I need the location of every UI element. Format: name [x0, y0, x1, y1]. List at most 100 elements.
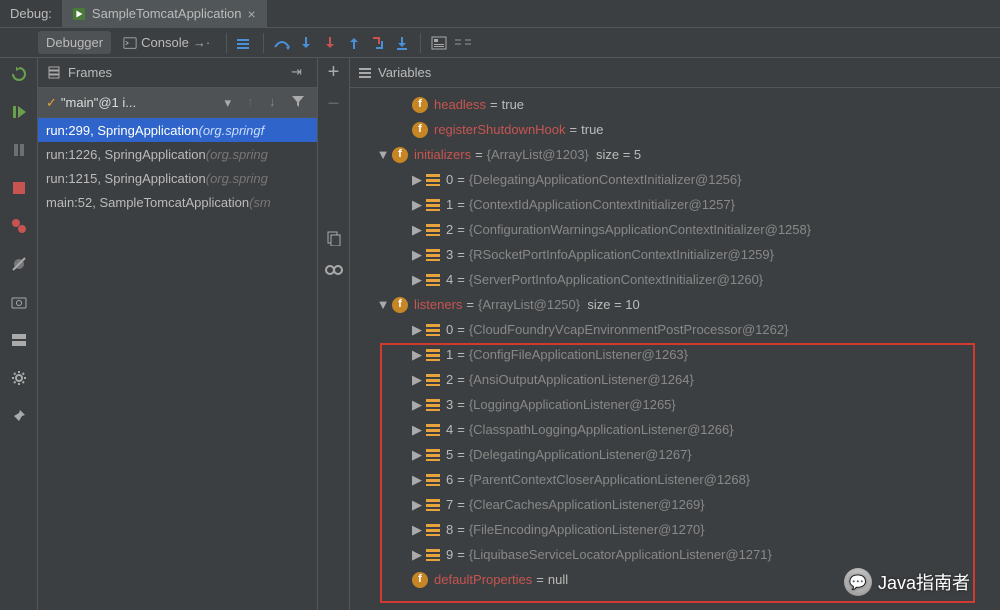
expand-icon[interactable]: ▶: [410, 473, 424, 487]
tab-title: SampleTomcatApplication: [92, 6, 242, 21]
frames-header: Frames ⇥: [38, 58, 317, 88]
view-breakpoints-icon[interactable]: [9, 216, 29, 236]
stop-icon[interactable]: [9, 178, 29, 198]
debug-label: Debug:: [0, 6, 62, 21]
settings-icon[interactable]: [9, 368, 29, 388]
variable-row[interactable]: ▶0= {CloudFoundryVcapEnvironmentPostProc…: [350, 317, 1000, 342]
expand-icon[interactable]: ▶: [410, 398, 424, 412]
new-watch-icon[interactable]: +: [324, 62, 344, 82]
rerun-icon[interactable]: [9, 64, 29, 84]
array-element-icon: [426, 349, 440, 361]
mute-breakpoints-icon[interactable]: [9, 254, 29, 274]
evaluate-expression-icon[interactable]: [429, 33, 449, 53]
filter-icon[interactable]: [291, 94, 309, 112]
frame-row[interactable]: run:1215, SpringApplication (org.spring: [38, 166, 317, 190]
tab-console[interactable]: Console →·: [115, 31, 218, 54]
app-icon: [72, 7, 86, 21]
variable-row[interactable]: ▶9= {LiquibaseServiceLocatorApplicationL…: [350, 542, 1000, 567]
left-gutter: [0, 58, 38, 610]
array-element-icon: [426, 474, 440, 486]
restore-layout-icon[interactable]: ⇥: [291, 64, 309, 82]
variable-row[interactable]: ▼flisteners= {ArrayList@1250} size = 10: [350, 292, 1000, 317]
variable-row[interactable]: ▶8= {FileEncodingApplicationListener@127…: [350, 517, 1000, 542]
frames-icon: [46, 66, 62, 80]
main-area: Frames ⇥ ✓ "main"@1 i... ▾ ↑ ↓ run:299, …: [0, 58, 1000, 610]
expand-icon[interactable]: ▶: [410, 348, 424, 362]
thread-selector[interactable]: ✓ "main"@1 i... ▾ ↑ ↓: [38, 88, 317, 118]
variable-row[interactable]: ▶6= {ParentContextCloserApplicationListe…: [350, 467, 1000, 492]
variables-tree[interactable]: fheadless= truefregisterShutdownHook= tr…: [350, 88, 1000, 592]
expand-icon[interactable]: ▶: [410, 248, 424, 262]
frame-row[interactable]: run:299, SpringApplication (org.springf: [38, 118, 317, 142]
get-thread-dump-icon[interactable]: [9, 292, 29, 312]
remove-watch-icon[interactable]: −: [324, 94, 344, 114]
array-element-icon: [426, 424, 440, 436]
variable-row[interactable]: ▶0= {DelegatingApplicationContextInitial…: [350, 167, 1000, 192]
variable-row[interactable]: ▶5= {DelegatingApplicationListener@1267}: [350, 442, 1000, 467]
variables-panel: Variables fheadless= truefregisterShutdo…: [350, 58, 1000, 610]
array-element-icon: [426, 499, 440, 511]
variable-row[interactable]: ▶7= {ClearCachesApplicationListener@1269…: [350, 492, 1000, 517]
top-tab-bar: Debug: SampleTomcatApplication ×: [0, 0, 1000, 28]
expand-icon[interactable]: ▶: [410, 448, 424, 462]
expand-icon[interactable]: ▶: [410, 223, 424, 237]
variables-title: Variables: [378, 65, 992, 80]
pin-icon[interactable]: [9, 406, 29, 426]
expand-icon[interactable]: ▶: [410, 373, 424, 387]
step-over-icon[interactable]: [272, 33, 292, 53]
next-frame-icon[interactable]: ↓: [269, 94, 287, 112]
variable-row[interactable]: ▶4= {ClasspathLoggingApplicationListener…: [350, 417, 1000, 442]
expand-icon[interactable]: ▶: [410, 548, 424, 562]
variables-gutter: + −: [318, 58, 350, 610]
prev-frame-icon[interactable]: ↑: [247, 94, 265, 112]
expand-icon[interactable]: ▶: [410, 523, 424, 537]
variable-row[interactable]: fregisterShutdownHook= true: [350, 117, 1000, 142]
force-step-into-icon[interactable]: [320, 33, 340, 53]
run-to-cursor-icon[interactable]: [392, 33, 412, 53]
array-element-icon: [426, 249, 440, 261]
field-icon: f: [392, 147, 408, 163]
show-execution-point-icon[interactable]: [235, 33, 255, 53]
pause-icon[interactable]: [9, 140, 29, 160]
variables-icon: [358, 66, 372, 80]
variable-row[interactable]: fheadless= true: [350, 92, 1000, 117]
variable-row[interactable]: ▶2= {ConfigurationWarningsApplicationCon…: [350, 217, 1000, 242]
field-icon: f: [412, 97, 428, 113]
copy-icon[interactable]: [324, 228, 344, 248]
expand-icon[interactable]: ▼: [376, 148, 390, 162]
variable-row[interactable]: ▶3= {LoggingApplicationListener@1265}: [350, 392, 1000, 417]
close-icon[interactable]: ×: [248, 7, 256, 21]
resume-icon[interactable]: [9, 102, 29, 122]
trace-current-stream-chain-icon[interactable]: [453, 33, 473, 53]
variable-row[interactable]: fdefaultProperties= null: [350, 567, 1000, 592]
layout-icon[interactable]: [9, 330, 29, 350]
field-icon: f: [412, 122, 428, 138]
debug-run-tab[interactable]: SampleTomcatApplication ×: [62, 0, 267, 28]
expand-icon[interactable]: ▶: [410, 498, 424, 512]
expand-icon[interactable]: ▶: [410, 198, 424, 212]
show-watches-icon[interactable]: [324, 260, 344, 280]
variable-row[interactable]: ▼finitializers= {ArrayList@1203} size = …: [350, 142, 1000, 167]
expand-icon[interactable]: ▶: [410, 173, 424, 187]
console-icon: [123, 36, 137, 50]
variable-row[interactable]: ▶1= {ConfigFileApplicationListener@1263}: [350, 342, 1000, 367]
step-into-icon[interactable]: [296, 33, 316, 53]
variable-row[interactable]: ▶3= {RSocketPortInfoApplicationContextIn…: [350, 242, 1000, 267]
variable-row[interactable]: ▶2= {AnsiOutputApplicationListener@1264}: [350, 367, 1000, 392]
expand-icon[interactable]: ▶: [410, 323, 424, 337]
array-element-icon: [426, 399, 440, 411]
dropdown-icon: ▾: [224, 95, 231, 111]
expand-icon[interactable]: ▶: [410, 423, 424, 437]
variable-row[interactable]: ▶4= {ServerPortInfoApplicationContextIni…: [350, 267, 1000, 292]
frame-row[interactable]: main:52, SampleTomcatApplication (sm: [38, 190, 317, 214]
drop-frame-icon[interactable]: [368, 33, 388, 53]
expand-icon[interactable]: [396, 123, 410, 137]
frame-row[interactable]: run:1226, SpringApplication (org.spring: [38, 142, 317, 166]
step-out-icon[interactable]: [344, 33, 364, 53]
expand-icon[interactable]: [396, 573, 410, 587]
expand-icon[interactable]: [396, 98, 410, 112]
variable-row[interactable]: ▶1= {ContextIdApplicationContextInitiali…: [350, 192, 1000, 217]
expand-icon[interactable]: ▼: [376, 298, 390, 312]
expand-icon[interactable]: ▶: [410, 273, 424, 287]
tab-debugger[interactable]: Debugger: [38, 31, 111, 54]
